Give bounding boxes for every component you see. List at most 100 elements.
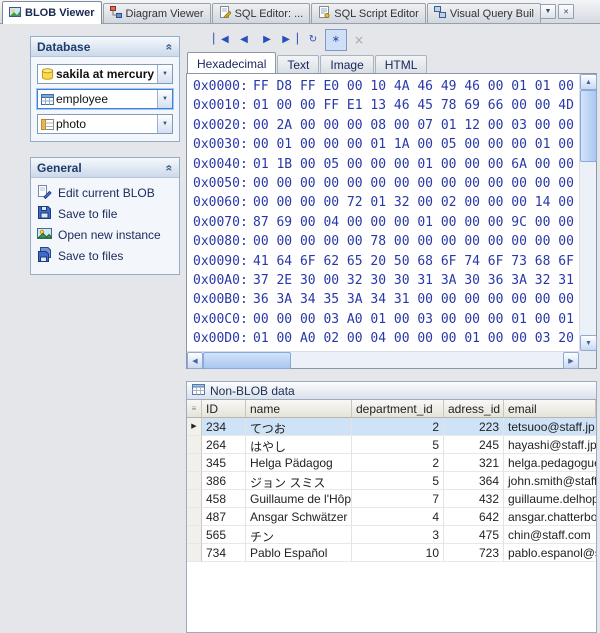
cell-adress-id[interactable]: 245 — [444, 436, 504, 454]
tab-list-button[interactable]: ▼ — [540, 4, 556, 19]
scroll-up-button[interactable]: ▲ — [580, 74, 597, 90]
tab-sql-script-editor[interactable]: SQL Script Editor — [311, 3, 426, 23]
cell-department-id[interactable]: 5 — [352, 472, 444, 490]
table-combo[interactable]: employee ▼ — [37, 89, 173, 109]
cell-adress-id[interactable]: 321 — [444, 454, 504, 472]
horizontal-scrollbar[interactable]: ◀ ▶ — [187, 351, 579, 368]
vertical-scrollbar[interactable]: ▲ ▼ — [579, 74, 596, 351]
cell-email[interactable]: ansgar.chatterbox@staff.de — [504, 508, 596, 526]
tab-hexadecimal[interactable]: Hexadecimal — [187, 52, 276, 73]
next-record-button[interactable]: ▶ — [256, 29, 278, 51]
save-to-file-item[interactable]: Save to file — [37, 203, 177, 224]
dropdown-button[interactable]: ▼ — [157, 65, 172, 83]
column-header-name[interactable]: name — [246, 400, 352, 418]
cell-id[interactable]: 487 — [202, 508, 246, 526]
cell-name[interactable]: Ansgar Schwätzer — [246, 508, 352, 526]
open-new-instance-item[interactable]: Open new instance — [37, 224, 177, 245]
cell-name[interactable]: てつお — [246, 418, 352, 436]
grid-gutter-header[interactable]: ≡ — [187, 400, 202, 418]
edit-current-blob-item[interactable]: Edit current BLOB — [37, 182, 177, 203]
cell-email[interactable]: hayashi@staff.jp — [504, 436, 596, 454]
cell-department-id[interactable]: 3 — [352, 526, 444, 544]
cell-name[interactable]: はやし — [246, 436, 352, 454]
field-combo[interactable]: photo ▼ — [37, 114, 173, 134]
table-row[interactable]: 345 Helga Pädagog 2 321 helga.pedagogue@… — [187, 454, 596, 472]
horizontal-scroll-thumb[interactable] — [203, 352, 291, 369]
cell-name[interactable]: チン — [246, 526, 352, 544]
hex-content[interactable]: 0x0000:FF D8 FF E0 00 10 4A 46 49 46 00 … — [187, 74, 579, 351]
first-record-button[interactable]: ▏◀ — [210, 29, 232, 51]
table-row[interactable]: 734 Pablo Español 10 723 pablo.espanol@s… — [187, 544, 596, 562]
cell-email[interactable]: pablo.espanol@staff.es — [504, 544, 596, 562]
hex-bytes: FF D8 FF E0 00 10 4A 46 49 46 00 01 01 0… — [253, 79, 579, 94]
cell-id[interactable]: 264 — [202, 436, 246, 454]
table-row[interactable]: 487 Ansgar Schwätzer 4 642 ansgar.chatte… — [187, 508, 596, 526]
insert-record-button[interactable]: ∗ — [325, 29, 347, 51]
cell-department-id[interactable]: 4 — [352, 508, 444, 526]
cell-id[interactable]: 234 — [202, 418, 246, 436]
table-row[interactable]: ▶ 234 てつお 2 223 tetsuoo@staff.jp — [187, 418, 596, 436]
collapse-chevron-icon[interactable]: « — [163, 164, 177, 171]
collapse-chevron-icon[interactable]: « — [163, 43, 177, 50]
cell-adress-id[interactable]: 723 — [444, 544, 504, 562]
cell-adress-id[interactable]: 642 — [444, 508, 504, 526]
non-blob-data-header[interactable]: Non-BLOB data — [186, 381, 597, 400]
scroll-down-button[interactable]: ▼ — [580, 335, 597, 351]
tab-close-button[interactable]: ✕ — [558, 4, 574, 19]
cell-name[interactable]: Helga Pädagog — [246, 454, 352, 472]
scroll-right-button[interactable]: ▶ — [563, 352, 579, 369]
database-combo[interactable]: sakila at mercury ▼ — [37, 64, 173, 84]
tab-text[interactable]: Text — [277, 55, 319, 73]
cell-department-id[interactable]: 7 — [352, 490, 444, 508]
refresh-button[interactable]: ↻ — [302, 29, 324, 51]
cell-id[interactable]: 345 — [202, 454, 246, 472]
cell-email[interactable]: john.smith@staff.com — [504, 472, 596, 490]
column-header-adress-id[interactable]: adress_id — [444, 400, 504, 418]
row-marker-cell — [187, 454, 202, 472]
cell-email[interactable]: helga.pedagogue@staff.de — [504, 454, 596, 472]
cell-id[interactable]: 386 — [202, 472, 246, 490]
cell-id[interactable]: 565 — [202, 526, 246, 544]
dropdown-button[interactable]: ▼ — [157, 115, 172, 133]
tab-image[interactable]: Image — [320, 55, 373, 73]
cell-adress-id[interactable]: 223 — [444, 418, 504, 436]
save-to-files-item[interactable]: Save to files — [37, 245, 177, 266]
delete-record-button[interactable]: × — [348, 29, 370, 51]
cell-department-id[interactable]: 2 — [352, 418, 444, 436]
database-section-header[interactable]: Database « — [31, 37, 179, 57]
tab-diagram-viewer[interactable]: Diagram Viewer — [103, 3, 211, 23]
cell-department-id[interactable]: 5 — [352, 436, 444, 454]
cell-email[interactable]: chin@staff.com — [504, 526, 596, 544]
tab-html[interactable]: HTML — [375, 55, 428, 73]
cell-name[interactable]: ジョン スミス — [246, 472, 352, 490]
cell-id[interactable]: 458 — [202, 490, 246, 508]
cell-name[interactable]: Guillaume de l'Hôpital — [246, 490, 352, 508]
vertical-scroll-track[interactable] — [580, 90, 596, 335]
cell-email[interactable]: guillaume.delhopital@staff.fr — [504, 490, 596, 508]
cell-department-id[interactable]: 2 — [352, 454, 444, 472]
column-header-email[interactable]: email — [504, 400, 596, 418]
tab-sql-editor[interactable]: SQL Editor: ... — [212, 3, 311, 23]
column-header-department-id[interactable]: department_id — [352, 400, 444, 418]
table-row[interactable]: 565 チン 3 475 chin@staff.com — [187, 526, 596, 544]
prior-record-button[interactable]: ◀ — [233, 29, 255, 51]
scroll-left-button[interactable]: ◀ — [187, 352, 203, 369]
table-row[interactable]: 386 ジョン スミス 5 364 john.smith@staff.com — [187, 472, 596, 490]
tab-visual-query-builder[interactable]: Visual Query Buil — [427, 3, 541, 23]
table-row[interactable]: 458 Guillaume de l'Hôpital 7 432 guillau… — [187, 490, 596, 508]
horizontal-scroll-track[interactable] — [203, 352, 563, 368]
table-row[interactable]: 264 はやし 5 245 hayashi@staff.jp — [187, 436, 596, 454]
column-header-id[interactable]: ID — [202, 400, 246, 418]
cell-adress-id[interactable]: 475 — [444, 526, 504, 544]
dropdown-button[interactable]: ▼ — [157, 90, 172, 108]
cell-adress-id[interactable]: 364 — [444, 472, 504, 490]
cell-department-id[interactable]: 10 — [352, 544, 444, 562]
cell-email[interactable]: tetsuoo@staff.jp — [504, 418, 596, 436]
general-section-header[interactable]: General « — [31, 158, 179, 178]
cell-id[interactable]: 734 — [202, 544, 246, 562]
cell-name[interactable]: Pablo Español — [246, 544, 352, 562]
tab-blob-viewer[interactable]: BLOB Viewer — [2, 1, 102, 24]
vertical-scroll-thumb[interactable] — [580, 90, 597, 162]
cell-adress-id[interactable]: 432 — [444, 490, 504, 508]
last-record-button[interactable]: ▶▕ — [279, 29, 301, 51]
